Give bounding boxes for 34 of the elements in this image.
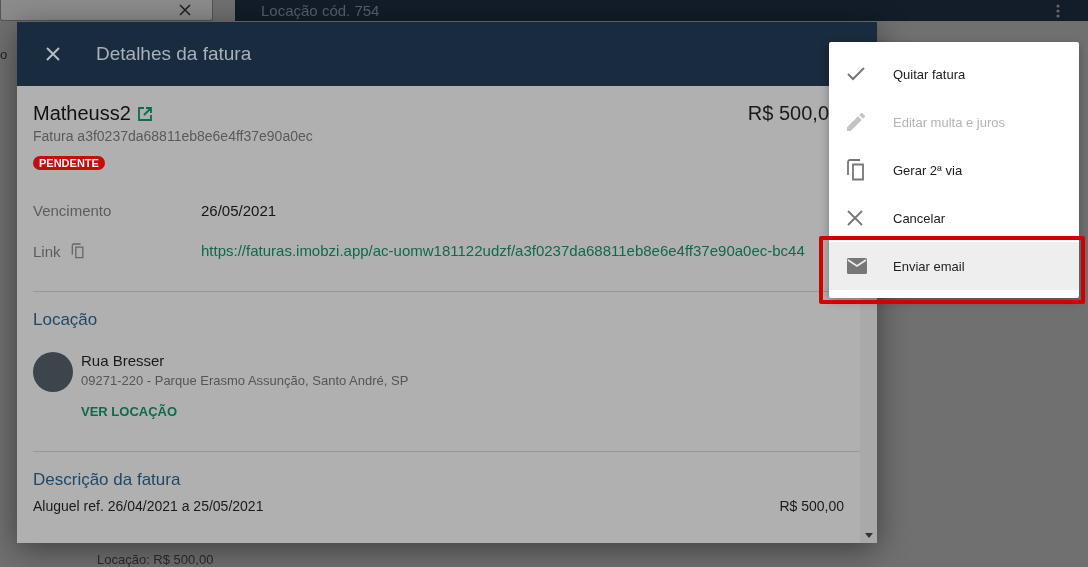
close-icon: [847, 210, 863, 226]
photo-placeholder: [33, 352, 73, 392]
mail-icon: [847, 258, 867, 274]
section-heading: Locação: [33, 310, 99, 330]
customer-name: Matheuss2: [33, 102, 131, 125]
dialog-title: Detalhes da fatura: [96, 43, 252, 65]
location-address: 09271-220 - Parque Erasmo Assunção, Santo André, SP: [81, 373, 409, 388]
invoice-amount: R$ 500,0: [747, 102, 829, 126]
copy-icon: [847, 159, 865, 181]
check-icon: [847, 67, 865, 81]
close-icon[interactable]: [46, 47, 60, 61]
external-link-icon[interactable]: [136, 105, 153, 122]
field-label: Link: [33, 243, 61, 260]
menu-item[interactable]: Enviar email: [829, 242, 1079, 290]
menu-item[interactable]: Quitar fatura: [829, 50, 1079, 98]
background-text: o: [0, 47, 8, 62]
invoice-id: Fatura a3f0237da68811eb8e6e4ff37e90a0ec: [33, 128, 313, 144]
location-street: Rua Bresser: [81, 352, 165, 369]
search-field[interactable]: [0, 0, 213, 21]
copy-icon[interactable]: [70, 243, 85, 259]
status-badge: PENDENTE: [33, 156, 105, 170]
more-icon[interactable]: [1056, 3, 1060, 18]
section-heading: Descrição da fatura: [33, 470, 182, 490]
menu-item[interactable]: Gerar 2ª via: [829, 146, 1079, 194]
menu-item[interactable]: Cancelar: [829, 194, 1079, 242]
page-title: Locação cód. 754: [261, 2, 380, 19]
close-icon[interactable]: [178, 3, 192, 17]
field-label: Vencimento: [33, 202, 112, 219]
pencil-icon: [847, 113, 865, 131]
scroll-down-icon[interactable]: [864, 533, 873, 538]
description-item: Aluguel ref. 26/04/2021 a 25/05/2021: [33, 498, 264, 514]
background-text: Locação: R$ 500,00: [97, 552, 214, 567]
field-value: 26/05/2021: [201, 202, 277, 219]
item-amount: R$ 500,00: [779, 498, 844, 514]
